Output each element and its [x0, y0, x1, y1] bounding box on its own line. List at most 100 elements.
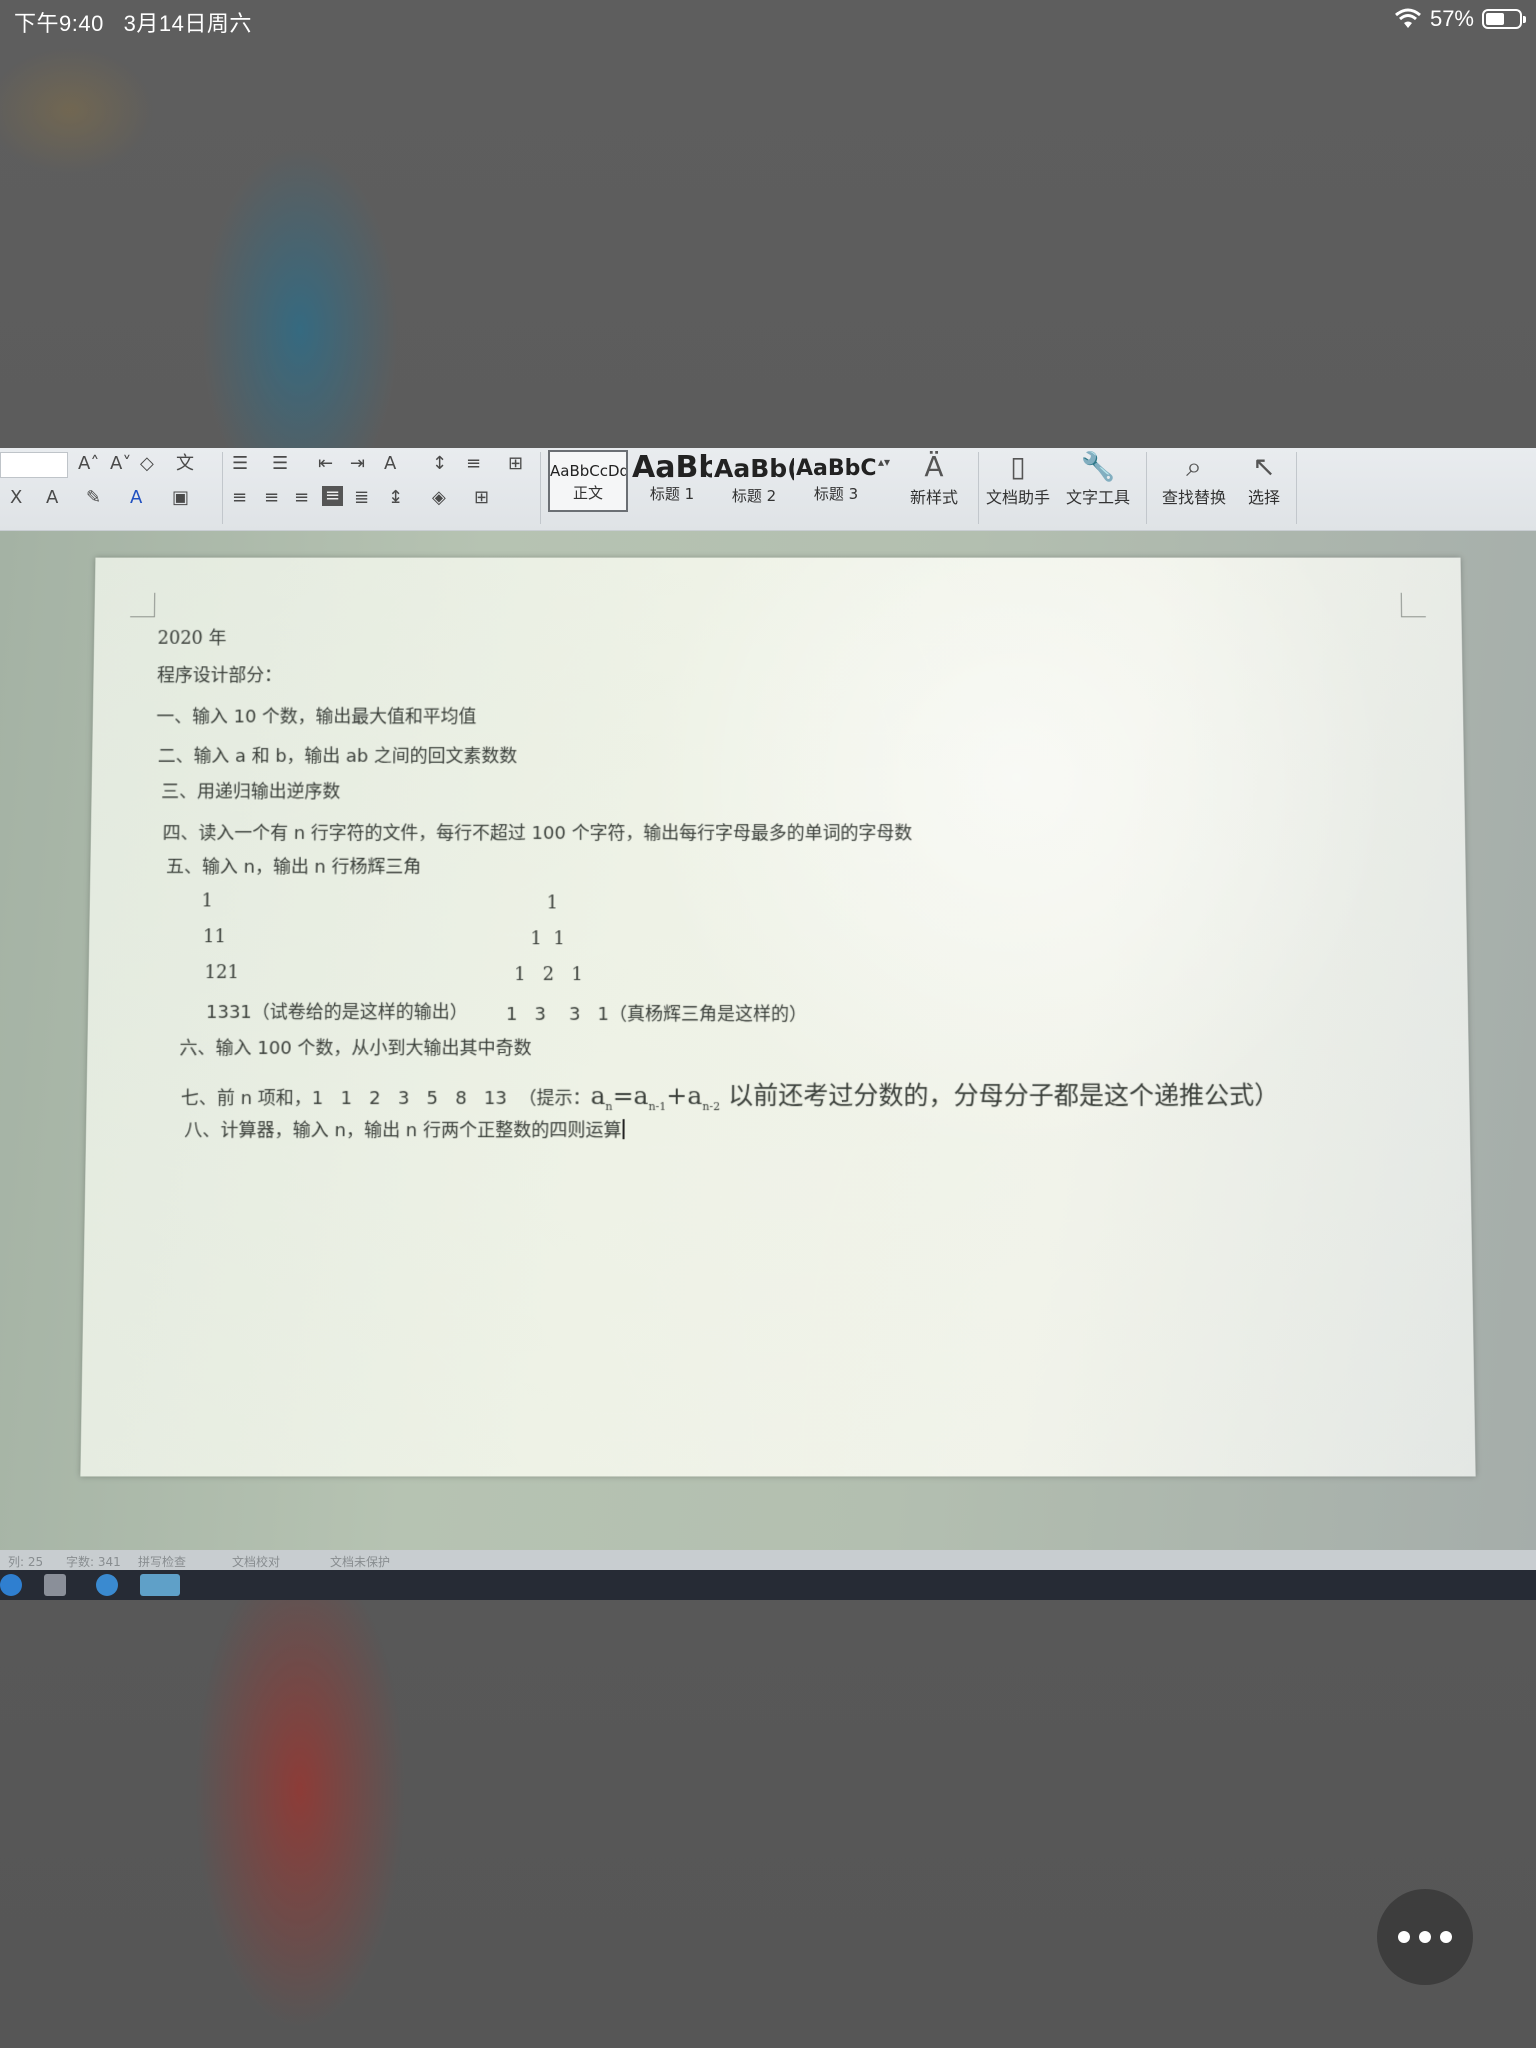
align-left-icon[interactable]: ≡ [232, 488, 247, 508]
shrink-font-icon[interactable]: A˅ [110, 454, 131, 474]
status-column: 列: 25 [8, 1553, 43, 1570]
style-heading-2[interactable]: AaBb( 标题 2 [714, 450, 794, 512]
formula-a: a [590, 1081, 605, 1110]
doc-question-2: 二、输入 a 和 b，输出 ab 之间的回文素数数 [158, 742, 518, 768]
text-tools-label: 文字工具 [1066, 488, 1130, 507]
q7-suffix: 以前还考过分数的，分母分子都是这个递推公式） [720, 1081, 1279, 1110]
clear-format-icon[interactable]: ◇ [140, 454, 154, 474]
more-dot [1440, 1931, 1452, 1943]
style-sample: AaBbC( [796, 456, 876, 481]
wps-taskbar-icon[interactable] [140, 1574, 180, 1596]
sort-icon[interactable]: ↕ [432, 454, 447, 474]
battery-percent: 57% [1430, 6, 1474, 32]
text-tools-button[interactable]: 🔧 文字工具 [1058, 450, 1138, 508]
status-time-date: 下午9:40 3月14日周六 [14, 6, 252, 38]
show-marks-icon[interactable]: ≡ [466, 454, 481, 474]
select-button[interactable]: ↖ 选择 [1236, 450, 1292, 508]
justify-icon[interactable]: ≡ [322, 486, 343, 506]
ribbon-separator [222, 452, 223, 524]
gallery-scroll-icon[interactable]: ▴▾ [878, 452, 890, 472]
doc-question-6: 六、输入 100 个数，从小到大输出其中奇数 [179, 1034, 531, 1060]
bullet-list-icon[interactable]: ☰ [232, 454, 248, 474]
doc-year: 2020 年 [157, 624, 226, 650]
phonetic-icon[interactable]: 文 [176, 454, 194, 474]
status-time: 下午9:40 [14, 11, 104, 36]
doc-assistant-button[interactable]: ▯ 文档助手 [982, 450, 1054, 508]
find-replace-label: 查找替换 [1162, 488, 1226, 507]
windows-taskbar [0, 1570, 1536, 1600]
new-style-button[interactable]: Ä 新样式 [898, 450, 970, 508]
cursor-icon: ↖ [1236, 450, 1292, 484]
margin-corner-mark [130, 593, 155, 617]
chinese-layout-icon[interactable]: A [384, 454, 396, 474]
browser-icon[interactable] [96, 1574, 118, 1596]
char-shading-icon[interactable]: ▣ [172, 488, 189, 508]
status-right: 57% [1394, 6, 1522, 32]
ios-status-bar: 下午9:40 3月14日周六 57% [0, 0, 1536, 40]
status-spell-check[interactable]: 拼写检查 [138, 1553, 186, 1570]
formula-sub-n: n [605, 1100, 612, 1113]
doc-question-1: 一、输入 10 个数，输出最大值和平均值 [156, 703, 476, 729]
doc-question-8[interactable]: 八、计算器，输入 n，输出 n 行两个正整数的四则运算 [184, 1116, 624, 1142]
margin-corner-mark [1401, 593, 1426, 617]
numbered-list-icon[interactable]: ☰ [272, 454, 288, 474]
select-label: 选择 [1248, 488, 1280, 507]
q8-text: 八、计算器，输入 n，输出 n 行两个正整数的四则运算 [184, 1120, 621, 1141]
style-normal[interactable]: AaBbCcDd 正文 [548, 450, 628, 512]
decrease-indent-icon[interactable]: ⇤ [318, 454, 333, 474]
status-protect[interactable]: 文档未保护 [330, 1553, 390, 1570]
doc-question-3: 三、用递归输出逆序数 [161, 778, 340, 804]
triangle-right-row-3: 1 2 1 [514, 964, 583, 985]
ribbon-separator [1296, 452, 1297, 524]
strikethrough-icon[interactable]: X [10, 488, 22, 508]
style-heading-1[interactable]: AaBb 标题 1 [632, 450, 712, 512]
file-explorer-icon[interactable] [44, 1574, 66, 1596]
more-options-button[interactable] [1377, 1889, 1473, 1985]
battery-fill [1486, 13, 1504, 25]
doc-assistant-label: 文档助手 [986, 488, 1050, 507]
style-gallery: AaBbCcDd 正文 AaBb 标题 1 AaBb( 标题 2 AaBbC( … [548, 450, 893, 512]
shading-icon[interactable]: ◈ [432, 488, 446, 508]
edge-icon[interactable] [0, 1574, 22, 1596]
style-label: 正文 [550, 482, 626, 503]
align-center-icon[interactable]: ≡ [264, 488, 279, 508]
document-page[interactable]: 2020 年 程序设计部分： 一、输入 10 个数，输出最大值和平均值 二、输入… [80, 558, 1475, 1477]
ribbon-separator [1146, 452, 1147, 524]
formula-sub-n2: n-2 [702, 1100, 720, 1113]
highlight-icon[interactable]: ✎ [86, 488, 101, 508]
triangle-left-row-2: 11 [203, 926, 226, 947]
table-grid-icon[interactable]: ⊞ [508, 454, 523, 474]
text-cursor [623, 1119, 625, 1139]
status-word-count: 字数: 341 [66, 1553, 121, 1570]
increase-indent-icon[interactable]: ⇥ [350, 454, 365, 474]
wrench-icon: 🔧 [1058, 450, 1138, 484]
q7-prefix: 七、前 n 项和，1 1 2 3 5 8 13 （提示： [181, 1088, 591, 1109]
line-spacing-icon[interactable]: ↨ [388, 488, 403, 508]
style-sample: AaBb( [714, 454, 794, 483]
wifi-icon [1394, 8, 1422, 30]
wps-ribbon: A˄ A˅ ◇ 文 X A ✎ A ▣ ☰ ☰ ⇤ ⇥ A ↕ ≡ ⊞ ≡ ≡ … [0, 448, 1536, 531]
ribbon-separator [540, 452, 541, 524]
style-heading-3[interactable]: AaBbC( 标题 3 [796, 450, 876, 512]
triangle-right-row-1: 1 [547, 893, 559, 914]
ribbon-separator [978, 452, 979, 524]
doc-question-4: 四、读入一个有 n 行字符的文件，每行不超过 100 个字符，输出每行字母最多的… [162, 819, 912, 845]
font-color-icon[interactable]: A [130, 488, 142, 508]
q7-formula: an=an-1+an-2 以前还考过分数的，分母分子都是这个递推公式） [590, 1081, 1279, 1110]
triangle-right-row-4: 1 3 3 1（真杨辉三角是这样的） [506, 1000, 807, 1026]
new-style-label: 新样式 [910, 488, 958, 507]
text-effect-icon[interactable]: A [46, 488, 58, 508]
font-size-dropdown[interactable] [0, 452, 68, 478]
doc-question-5: 五、输入 n，输出 n 行杨辉三角 [166, 853, 421, 879]
borders-icon[interactable]: ⊞ [474, 488, 489, 508]
find-replace-button[interactable]: ⌕ 查找替换 [1152, 450, 1236, 508]
distributed-icon[interactable]: ≣ [354, 488, 369, 508]
doc-section-title: 程序设计部分： [157, 661, 282, 687]
align-right-icon[interactable]: ≡ [294, 488, 309, 508]
search-icon: ⌕ [1152, 450, 1236, 484]
style-sample: AaBb [632, 450, 712, 485]
grow-font-icon[interactable]: A˄ [78, 454, 99, 474]
status-date: 3月14日周六 [124, 11, 252, 36]
battery-icon [1482, 9, 1522, 29]
status-proofread[interactable]: 文档校对 [232, 1553, 280, 1570]
